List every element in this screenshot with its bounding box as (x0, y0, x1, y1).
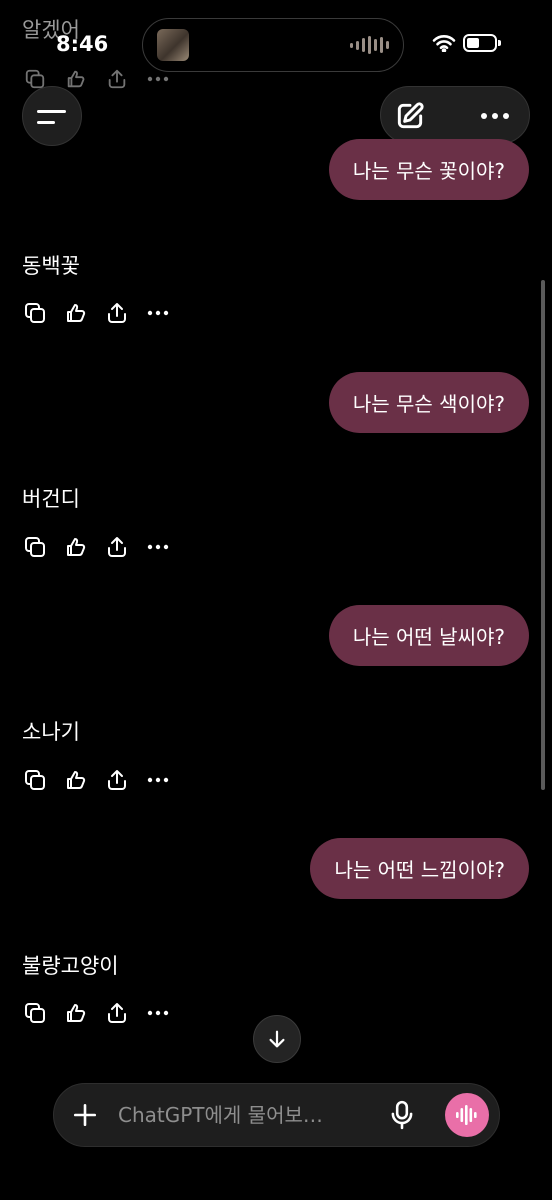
scroll-to-bottom-button[interactable] (253, 1015, 301, 1063)
audio-wave-icon (350, 36, 389, 54)
message-input[interactable] (118, 1100, 358, 1130)
copy-button[interactable] (22, 300, 47, 325)
copy-button[interactable] (22, 1000, 47, 1025)
status-time: 8:46 (56, 32, 109, 56)
sidebar-menu-button[interactable] (22, 86, 82, 146)
share-icon (107, 302, 126, 323)
voice-wave-icon (456, 1105, 477, 1125)
more-actions-button[interactable] (145, 534, 170, 559)
mic-icon (391, 1100, 413, 1130)
thumbs-feedback-icon (66, 1003, 85, 1022)
more-actions-button[interactable] (145, 767, 170, 792)
menu-icon (37, 110, 66, 124)
thumbs-feedback-icon (63, 66, 88, 91)
more-options-button[interactable] (472, 96, 518, 136)
arrow-down-icon (269, 1030, 285, 1048)
user-message-bubble: 나는 무슨 꽃이야? (328, 139, 529, 200)
message-actions (22, 300, 170, 325)
scrollbar[interactable] (541, 280, 545, 790)
dynamic-island (142, 18, 404, 72)
feedback-button[interactable] (63, 534, 88, 559)
share-button[interactable] (104, 767, 129, 792)
thumbs-feedback-icon (66, 537, 85, 556)
add-attachment-button[interactable] (66, 1096, 104, 1134)
share-icon (107, 536, 126, 557)
assistant-message: 동백꽃 (22, 254, 80, 278)
message-actions (22, 767, 170, 792)
copy-icon (24, 1002, 45, 1023)
assistant-message: 불량고양이 (22, 954, 119, 978)
plus-icon (73, 1103, 97, 1127)
message-actions (22, 534, 170, 559)
user-message-bubble: 나는 어떤 느낌이야? (310, 838, 529, 899)
user-message-bubble: 나는 어떤 날씨야? (328, 605, 529, 666)
more-dots-icon (481, 113, 509, 119)
share-button[interactable] (104, 1000, 129, 1025)
now-playing-thumbnail (157, 29, 189, 61)
copy-icon (24, 302, 45, 323)
more-dots-icon (147, 310, 168, 315)
feedback-button[interactable] (63, 300, 88, 325)
copy-icon (24, 536, 45, 557)
assistant-message: 버건디 (22, 487, 80, 511)
battery-nub (498, 40, 501, 46)
share-icon (104, 66, 129, 91)
dictation-button[interactable] (382, 1095, 422, 1135)
more-dots-icon (147, 1010, 168, 1015)
copy-button[interactable] (22, 534, 47, 559)
share-icon (107, 1002, 126, 1023)
feedback-button[interactable] (63, 767, 88, 792)
share-button[interactable] (104, 534, 129, 559)
thumbs-feedback-icon (66, 303, 85, 322)
wifi-icon (432, 34, 456, 56)
copy-icon (24, 769, 45, 790)
assistant-message: 소나기 (22, 720, 80, 744)
message-actions (22, 1000, 170, 1025)
user-message-bubble: 나는 무슨 색이야? (328, 372, 529, 433)
new-chat-edit-icon (397, 102, 424, 129)
copy-button[interactable] (22, 767, 47, 792)
battery-icon (463, 34, 497, 52)
share-button[interactable] (104, 300, 129, 325)
more-dots-icon (147, 544, 168, 549)
thumbs-feedback-icon (66, 770, 85, 789)
share-icon (107, 769, 126, 790)
more-actions-button[interactable] (145, 1000, 170, 1025)
feedback-button[interactable] (63, 1000, 88, 1025)
new-chat-button[interactable] (390, 96, 430, 136)
more-dots-icon (147, 777, 168, 782)
voice-mode-button[interactable] (445, 1093, 489, 1137)
more-actions-button[interactable] (145, 300, 170, 325)
